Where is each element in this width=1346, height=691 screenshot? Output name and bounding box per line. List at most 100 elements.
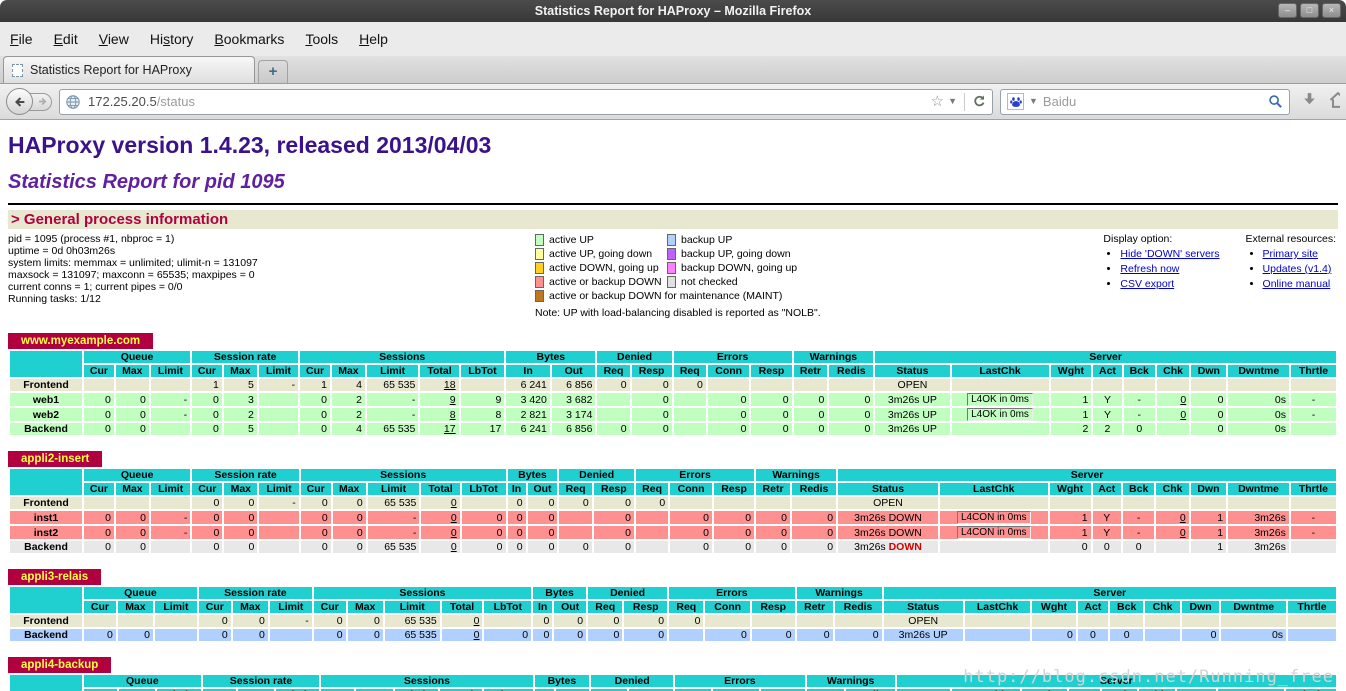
- cell-dwn: 0: [1181, 629, 1220, 641]
- close-button[interactable]: ×: [1322, 3, 1341, 18]
- cell-dwn: [1181, 615, 1220, 627]
- menu-bookmarks[interactable]: Bookmarks: [214, 31, 284, 47]
- row-name[interactable]: web2: [10, 408, 82, 421]
- search-dropdown-icon[interactable]: ▼: [1029, 97, 1038, 106]
- col-header-out: Out: [527, 483, 558, 495]
- search-bar[interactable]: ▼ Baidu: [1000, 88, 1290, 115]
- col-header-req: Req: [669, 601, 704, 613]
- col-header-max: Max: [331, 365, 365, 377]
- downloads-button[interactable]: [1297, 91, 1321, 113]
- cell-lastchk: [939, 497, 1048, 509]
- row-name[interactable]: web1: [10, 393, 82, 406]
- cell-total: 9: [420, 393, 459, 406]
- col-header-dwn: Dwn: [1191, 365, 1227, 377]
- proxy-label-www.myexample.com[interactable]: www.myexample.com: [8, 333, 154, 349]
- cell-dwntme: 3m26s: [1228, 541, 1289, 553]
- menu-edit[interactable]: Edit: [54, 31, 78, 47]
- cell-limit: 65 535: [366, 423, 419, 435]
- legend-swatch: [535, 290, 544, 302]
- proxy-label-appli2-insert[interactable]: appli2-insert: [8, 451, 103, 467]
- row-name[interactable]: Frontend: [10, 379, 82, 391]
- tab-statistics-report[interactable]: Statistics Report for HAProxy: [3, 56, 255, 83]
- col-group-queue: Queue: [84, 351, 191, 363]
- bookmark-star-icon[interactable]: ☆: [931, 94, 944, 109]
- cell-req: [559, 511, 592, 524]
- page-title[interactable]: HAProxy version 1.4.23, released 2013/04…: [8, 132, 1338, 159]
- row-name[interactable]: Backend: [10, 541, 82, 553]
- menu-view[interactable]: View: [99, 31, 129, 47]
- cell-out: 0: [554, 629, 587, 641]
- display-option-link[interactable]: CSV export: [1120, 278, 1174, 290]
- col-header-lastchk: LastChk: [939, 483, 1048, 495]
- row-name[interactable]: Backend: [10, 423, 82, 435]
- cell-in: 0: [533, 629, 553, 641]
- cell-max: 0: [232, 629, 268, 641]
- external-resource-link[interactable]: Primary site: [1263, 248, 1318, 260]
- cell-wght: 2: [1050, 423, 1092, 435]
- cell-cur: [84, 379, 114, 391]
- cell-wght: 1: [1050, 393, 1092, 406]
- cell-in: 0: [507, 526, 526, 539]
- menu-file[interactable]: File: [10, 31, 33, 47]
- row-name[interactable]: Backend: [10, 629, 82, 641]
- search-input[interactable]: Baidu: [1043, 94, 1263, 109]
- cell-in: 3 420: [506, 393, 550, 406]
- cell-lastchk: [964, 615, 1031, 627]
- stats-table-appli2-insert: Queue Session rate Sessions Bytes Denied Erro…: [8, 467, 1338, 555]
- cell-cur: 0: [84, 408, 114, 421]
- menu-help[interactable]: Help: [359, 31, 388, 47]
- cell-bck: [1122, 497, 1155, 509]
- cell-max: 0: [115, 408, 149, 421]
- cell-limit: [259, 511, 299, 524]
- url-bar[interactable]: 172.25.20.5/status ☆ ▼: [59, 88, 993, 115]
- cell-retr: [796, 615, 833, 627]
- url-dropdown-icon[interactable]: ▼: [948, 97, 957, 106]
- cell-limit: -: [258, 379, 299, 391]
- cell-resp: 0: [713, 526, 755, 539]
- reload-icon[interactable]: [972, 94, 987, 109]
- cell-dwn: 0: [1191, 408, 1227, 421]
- search-engine-icon[interactable]: [1007, 93, 1024, 110]
- row-name[interactable]: Frontend: [10, 615, 82, 627]
- cell-act: [1092, 497, 1121, 509]
- display-option-item: CSV export: [1120, 278, 1219, 290]
- external-resources-title: External resources:: [1245, 233, 1336, 245]
- cell-lbtot: 0: [461, 541, 506, 553]
- cell-act: Y: [1092, 526, 1121, 539]
- window-titlebar[interactable]: Statistics Report for HAProxy – Mozilla …: [0, 0, 1346, 22]
- cell-limit: 65 535: [367, 497, 420, 509]
- row-name[interactable]: inst1: [10, 511, 82, 524]
- back-button[interactable]: [6, 88, 33, 115]
- cell-limit: -: [150, 526, 191, 539]
- cell-conn: [705, 615, 750, 627]
- navigation-toolbar: 172.25.20.5/status ☆ ▼ ▼ Baidu: [0, 84, 1346, 120]
- menu-history[interactable]: History: [150, 31, 194, 47]
- col-group-sessions: Sessions: [321, 675, 533, 687]
- menu-tools[interactable]: Tools: [305, 31, 338, 47]
- row-name[interactable]: inst2: [10, 526, 82, 539]
- display-option-link[interactable]: Refresh now: [1120, 263, 1179, 275]
- url-text[interactable]: 172.25.20.5/status: [88, 94, 195, 109]
- legend-swatch: [667, 234, 676, 246]
- legend-swatch: [535, 262, 544, 274]
- col-header-lastchk: LastChk: [951, 365, 1049, 377]
- search-submit-icon[interactable]: [1268, 94, 1283, 109]
- external-resource-link[interactable]: Online manual: [1263, 278, 1331, 290]
- col-group-name: [10, 675, 82, 691]
- cell-resp: 0: [593, 497, 634, 509]
- status-legend: active UP active UP, going down active DOW…: [535, 233, 1055, 319]
- proxy-label-appli3-relais[interactable]: appli3-relais: [8, 569, 102, 585]
- maximize-button[interactable]: □: [1300, 3, 1319, 18]
- new-tab-button[interactable]: +: [258, 60, 288, 83]
- external-resource-link[interactable]: Updates (v1.4): [1263, 263, 1332, 275]
- col-group-warnings: Warnings: [796, 587, 882, 599]
- minimize-button[interactable]: –: [1278, 3, 1297, 18]
- cell-max: 5: [223, 423, 257, 435]
- status-down-text: DOWN: [888, 541, 922, 553]
- col-group-session-rate: Session rate: [198, 587, 312, 599]
- row-name[interactable]: Frontend: [10, 497, 82, 509]
- proxy-label-appli4-backup[interactable]: appli4-backup: [8, 657, 112, 673]
- display-option-link[interactable]: Hide 'DOWN' servers: [1120, 248, 1219, 260]
- home-button[interactable]: [1328, 90, 1340, 114]
- cell-max: 2: [331, 393, 365, 406]
